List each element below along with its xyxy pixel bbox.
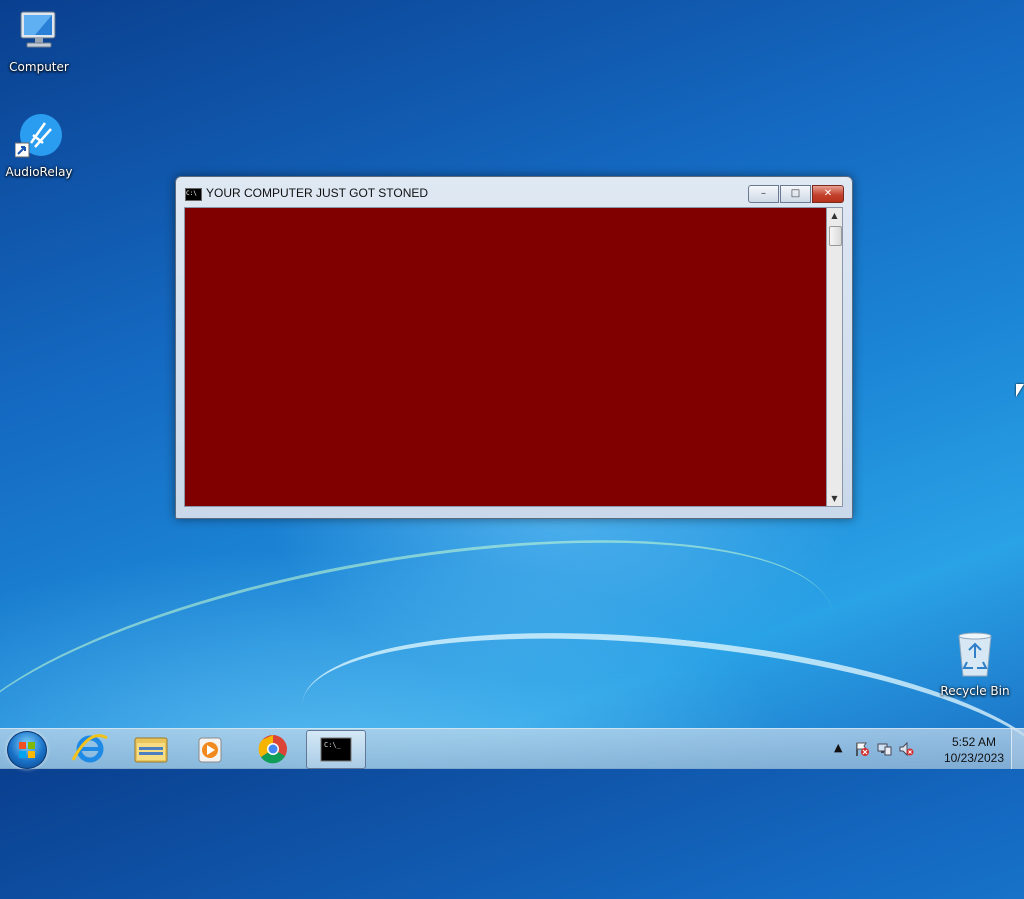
- taskbar-command-prompt[interactable]: C:\_: [306, 730, 366, 769]
- scroll-down-arrow-icon[interactable]: ▼: [827, 491, 842, 506]
- recycle-bin-icon: [951, 632, 999, 680]
- desktop-icon-label: Computer: [9, 60, 69, 74]
- desktop-icon-audiorelay[interactable]: AudioRelay: [1, 113, 77, 179]
- taskbar-media-player[interactable]: [181, 730, 239, 767]
- clock-date: 10/23/2023: [943, 751, 1004, 765]
- taskbar-chrome[interactable]: [244, 730, 302, 767]
- taskbar-internet-explorer[interactable]: [61, 730, 119, 767]
- minimize-button[interactable]: –: [748, 185, 779, 203]
- desktop-icon-recycle-bin[interactable]: Recycle Bin: [937, 632, 1013, 698]
- maximize-button[interactable]: □: [780, 185, 811, 203]
- console-output[interactable]: [184, 207, 827, 507]
- taskbar: C:\_ ▲ 5:52 AM 10/23/2023: [0, 728, 1024, 769]
- desktop-icon-computer[interactable]: Computer: [1, 8, 77, 74]
- computer-icon: [15, 8, 63, 56]
- show-desktop-button[interactable]: [1011, 729, 1024, 769]
- window-title: YOUR COMPUTER JUST GOT STONED: [206, 186, 429, 200]
- media-player-icon: [198, 737, 222, 763]
- command-prompt-icon: C:\: [185, 188, 202, 201]
- desktop-icon-label: AudioRelay: [5, 165, 73, 179]
- command-prompt-icon: C:\_: [320, 737, 352, 762]
- clock-time: 5:52 AM: [951, 735, 996, 749]
- mouse-cursor-icon: [1016, 384, 1024, 397]
- show-hidden-icons-icon[interactable]: ▲: [834, 741, 842, 754]
- console-window[interactable]: C:\ YOUR COMPUTER JUST GOT STONED – □ ✕ …: [175, 176, 853, 519]
- volume-muted-icon[interactable]: [898, 741, 914, 757]
- clock[interactable]: 5:52 AM 10/23/2023: [944, 734, 1004, 766]
- caption-buttons: – □ ✕: [747, 185, 844, 203]
- close-button[interactable]: ✕: [812, 185, 844, 203]
- network-icon[interactable]: [876, 741, 892, 757]
- vertical-scrollbar[interactable]: ▲ ▼: [827, 207, 843, 507]
- action-center-flag-icon[interactable]: [854, 741, 870, 757]
- taskbar-file-explorer[interactable]: [121, 730, 179, 767]
- start-button[interactable]: [7, 731, 47, 769]
- chrome-icon: [258, 735, 287, 764]
- system-tray: ▲ 5:52 AM 10/23/2023: [834, 729, 1024, 769]
- audiorelay-icon: [14, 113, 63, 161]
- windows-logo-icon: [19, 742, 35, 758]
- file-explorer-icon: [134, 737, 168, 763]
- svg-text:C:\_: C:\_: [324, 741, 342, 749]
- internet-explorer-icon: [71, 734, 108, 763]
- desktop-icon-label: Recycle Bin: [940, 684, 1010, 698]
- window-titlebar[interactable]: C:\ YOUR COMPUTER JUST GOT STONED – □ ✕: [176, 177, 852, 207]
- scroll-thumb[interactable]: [829, 226, 842, 246]
- scroll-up-arrow-icon[interactable]: ▲: [827, 208, 842, 223]
